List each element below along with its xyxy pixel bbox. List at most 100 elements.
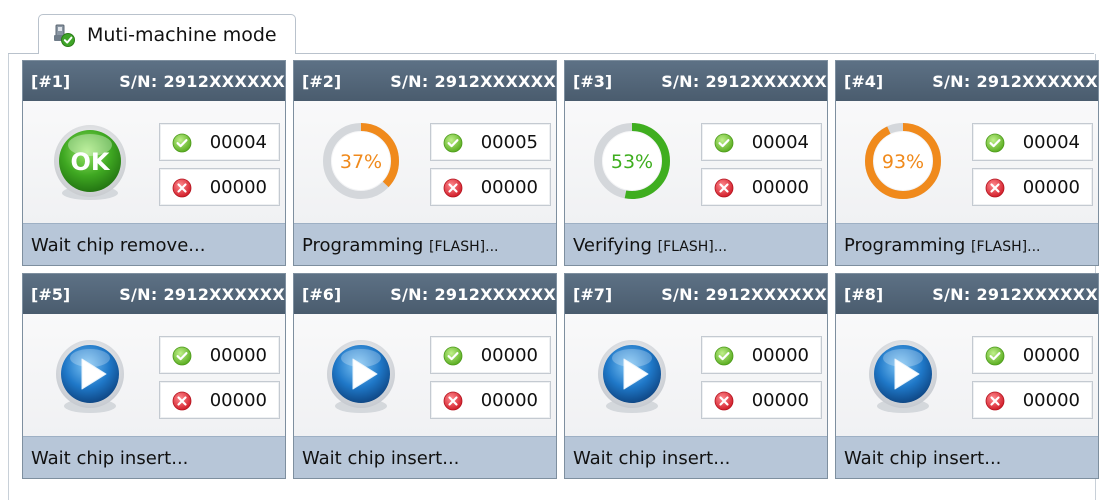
socket-id: [#7] bbox=[573, 285, 613, 304]
socket-header: [#5] S/N: 2912XXXXXX bbox=[23, 274, 285, 314]
socket-header: [#4] S/N: 2912XXXXXX bbox=[836, 61, 1098, 101]
serial-number: S/N: 2912XXXXXX bbox=[932, 285, 1098, 304]
fail-count: 00000 bbox=[209, 390, 267, 411]
serial-number: S/N: 2912XXXXXX bbox=[661, 72, 827, 91]
x-circle-icon bbox=[714, 391, 734, 411]
fail-count: 00000 bbox=[1022, 390, 1080, 411]
socket-body: 00000 00000 bbox=[565, 314, 827, 436]
fail-count: 00000 bbox=[751, 390, 809, 411]
socket-id: [#2] bbox=[302, 72, 342, 91]
status-text: Wait chip insert... bbox=[573, 448, 730, 469]
socket-id: [#6] bbox=[302, 285, 342, 304]
status-indicator bbox=[860, 332, 946, 418]
ok-status-label: OK bbox=[71, 148, 111, 176]
socket-status-bar: Programming [FLASH]... bbox=[294, 223, 556, 265]
x-circle-icon bbox=[985, 391, 1005, 411]
status-main: Programming bbox=[844, 235, 972, 256]
status-indicator: 37% bbox=[318, 119, 404, 205]
check-circle-icon bbox=[172, 133, 192, 153]
fail-counter: 00000 bbox=[701, 168, 822, 206]
pass-count: 00005 bbox=[480, 132, 538, 153]
x-circle-icon bbox=[985, 178, 1005, 198]
progress-ring: 93% bbox=[865, 123, 941, 199]
socket-header: [#6] S/N: 2912XXXXXX bbox=[294, 274, 556, 314]
pass-counter: 00004 bbox=[701, 123, 822, 161]
serial-number: S/N: 2912XXXXXX bbox=[661, 285, 827, 304]
pass-count: 00000 bbox=[1022, 345, 1080, 366]
socket-body: 00000 00000 bbox=[294, 314, 556, 436]
progress-ring: 37% bbox=[323, 123, 399, 199]
fail-count: 00000 bbox=[480, 177, 538, 198]
fail-counter: 00000 bbox=[972, 168, 1093, 206]
status-text: Programming [FLASH]... bbox=[844, 235, 1041, 256]
tab-label: Muti-machine mode bbox=[87, 24, 277, 46]
socket-panel-6: [#6] S/N: 2912XXXXXX 00000 00000 Wait ch… bbox=[293, 273, 557, 479]
status-indicator: 53% bbox=[589, 119, 675, 205]
fail-counter: 00000 bbox=[159, 381, 280, 419]
socket-id: [#4] bbox=[844, 72, 884, 91]
fail-counter: 00000 bbox=[430, 381, 551, 419]
socket-id: [#5] bbox=[31, 285, 71, 304]
pass-count: 00000 bbox=[480, 345, 538, 366]
status-text: Wait chip insert... bbox=[31, 448, 188, 469]
status-main: Wait chip insert... bbox=[573, 448, 731, 469]
status-indicator bbox=[47, 332, 133, 418]
socket-status-bar: Wait chip insert... bbox=[23, 436, 285, 478]
socket-panel-1: [#1] S/N: 2912XXXXXX OK 00004 00000 Wait… bbox=[22, 60, 286, 266]
x-circle-icon bbox=[443, 178, 463, 198]
socket-body: 00000 00000 bbox=[836, 314, 1098, 436]
pass-counter: 00000 bbox=[701, 336, 822, 374]
progress-label: 37% bbox=[340, 151, 382, 173]
fail-counter: 00000 bbox=[159, 168, 280, 206]
tab-muti-machine-mode[interactable]: Muti-machine mode bbox=[38, 14, 296, 54]
progress-label: 53% bbox=[611, 151, 653, 173]
socket-panel-3: [#3] S/N: 2912XXXXXX 53% 00004 00000 Ver… bbox=[564, 60, 828, 266]
status-memory-tag: [FLASH]... bbox=[971, 239, 1041, 255]
status-text: Verifying [FLASH]... bbox=[573, 235, 727, 256]
socket-id: [#8] bbox=[844, 285, 884, 304]
fail-count: 00000 bbox=[480, 390, 538, 411]
pass-counter: 00000 bbox=[159, 336, 280, 374]
socket-body: 53% 00004 00000 bbox=[565, 101, 827, 223]
play-icon bbox=[598, 340, 666, 413]
tab-strip: Muti-machine mode bbox=[0, 0, 1100, 56]
fail-counter: 00000 bbox=[701, 381, 822, 419]
socket-status-bar: Programming [FLASH]... bbox=[836, 223, 1098, 265]
socket-status-bar: Wait chip remove... bbox=[23, 223, 285, 265]
socket-header: [#7] S/N: 2912XXXXXX bbox=[565, 274, 827, 314]
socket-panel-4: [#4] S/N: 2912XXXXXX 93% 00004 00000 Pro… bbox=[835, 60, 1099, 266]
socket-status-bar: Verifying [FLASH]... bbox=[565, 223, 827, 265]
pass-count: 00004 bbox=[209, 132, 267, 153]
status-indicator bbox=[318, 332, 404, 418]
pass-count: 00004 bbox=[751, 132, 809, 153]
app-window: Muti-machine mode [#1] S/N: 2912XXXXXX O… bbox=[0, 0, 1100, 500]
pass-counter: 00004 bbox=[972, 123, 1093, 161]
socket-status-bar: Wait chip insert... bbox=[294, 436, 556, 478]
serial-number: S/N: 2912XXXXXX bbox=[390, 285, 556, 304]
socket-body: 93% 00004 00000 bbox=[836, 101, 1098, 223]
usb-programmer-check-icon bbox=[54, 24, 75, 47]
status-main: Wait chip insert... bbox=[31, 448, 189, 469]
serial-number: S/N: 2912XXXXXX bbox=[119, 72, 285, 91]
socket-header: [#8] S/N: 2912XXXXXX bbox=[836, 274, 1098, 314]
play-icon bbox=[869, 340, 937, 413]
fail-count: 00000 bbox=[1022, 177, 1080, 198]
socket-grid: [#1] S/N: 2912XXXXXX OK 00004 00000 Wait… bbox=[22, 60, 1099, 480]
pass-counter: 00000 bbox=[972, 336, 1093, 374]
status-memory-tag: [FLASH]... bbox=[429, 239, 499, 255]
play-icon bbox=[56, 340, 124, 413]
socket-body: OK 00004 00000 bbox=[23, 101, 285, 223]
socket-panel-5: [#5] S/N: 2912XXXXXX 00000 00000 Wait ch… bbox=[22, 273, 286, 479]
status-main: Programming bbox=[302, 235, 430, 256]
pass-counter: 00004 bbox=[159, 123, 280, 161]
socket-panel-2: [#2] S/N: 2912XXXXXX 37% 00005 00000 Pro… bbox=[293, 60, 557, 266]
progress-label: 93% bbox=[882, 151, 924, 173]
socket-body: 00000 00000 bbox=[23, 314, 285, 436]
ok-status-icon: OK bbox=[54, 125, 126, 200]
check-circle-icon bbox=[714, 133, 734, 153]
status-memory-tag: [FLASH]... bbox=[657, 239, 728, 255]
pass-count: 00004 bbox=[1022, 132, 1080, 153]
x-circle-icon bbox=[172, 391, 192, 411]
serial-number: S/N: 2912XXXXXX bbox=[119, 285, 285, 304]
status-main: Verifying bbox=[573, 235, 658, 256]
